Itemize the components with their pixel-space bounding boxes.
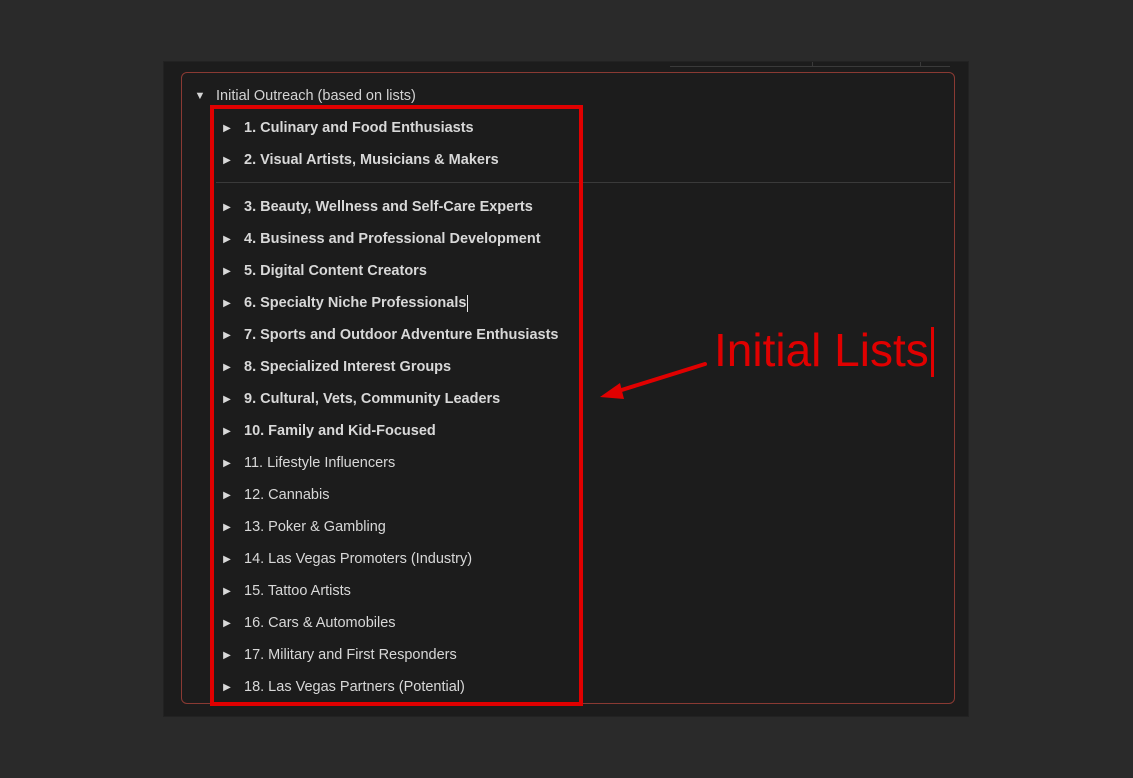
top-toolbar-strip [670,62,950,67]
annotation-arrow-icon [600,362,707,399]
annotation-highlight-box [210,105,583,706]
toolbar-separator [812,62,813,66]
annotation-label: Initial Lists [714,322,934,378]
toggle-title: Initial Outreach (based on lists) [216,88,416,104]
toggle-initial-outreach[interactable]: ▼ Initial Outreach (based on lists) [193,86,416,106]
text-cursor [930,327,934,377]
toolbar-separator [920,62,921,66]
annotation-text: Initial Lists [714,324,929,376]
triangle-down-icon[interactable]: ▼ [193,90,207,102]
